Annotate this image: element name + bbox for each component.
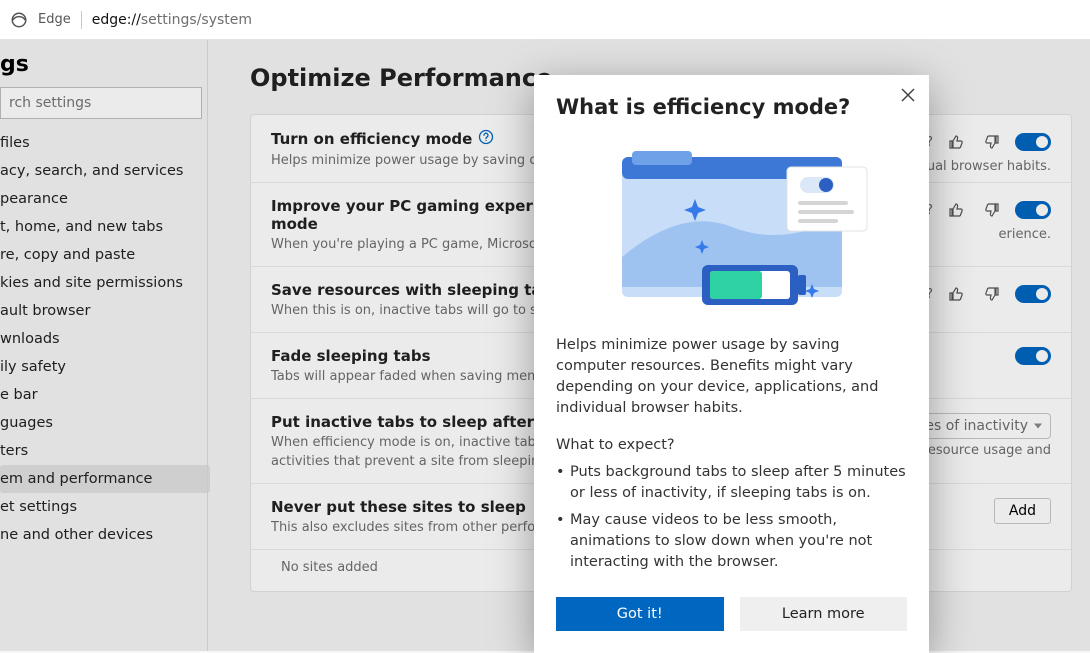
titlebar-divider (81, 11, 82, 29)
efficiency-mode-dialog: What is efficiency mode? Helps minimize (534, 75, 929, 653)
thumbs-down-icon[interactable] (979, 281, 1005, 307)
dialog-title: What is efficiency mode? (556, 95, 907, 119)
add-site-button[interactable]: Add (994, 498, 1051, 524)
thumbs-up-icon[interactable] (943, 281, 969, 307)
close-icon[interactable] (901, 87, 915, 106)
toggle-switch[interactable] (1015, 201, 1051, 219)
dialog-bullet: Puts background tabs to sleep after 5 mi… (556, 462, 907, 504)
info-icon[interactable] (478, 129, 494, 149)
edge-logo-icon (10, 11, 28, 29)
sidebar-item[interactable]: t, home, and new tabs (0, 213, 210, 241)
browser-titlebar: Edge edge://settings/system (0, 0, 1090, 40)
sidebar-item[interactable]: e bar (0, 381, 210, 409)
truncated-text: erience. (999, 227, 1051, 242)
truncated-text: esource usage and (928, 443, 1051, 458)
sidebar-item[interactable]: acy, search, and services (0, 157, 210, 185)
thumbs-up-icon[interactable] (943, 197, 969, 223)
sidebar-item[interactable]: ters (0, 437, 210, 465)
toggle-switch[interactable] (1015, 285, 1051, 303)
sidebar-item[interactable]: wnloads (0, 325, 210, 353)
sidebar-item[interactable]: em and performance (0, 465, 210, 493)
sidebar-item[interactable]: et settings (0, 493, 210, 521)
sidebar-item[interactable]: ne and other devices (0, 521, 210, 549)
efficiency-illustration (556, 137, 907, 317)
got-it-button[interactable]: Got it! (556, 597, 724, 631)
url-path: settings/system (141, 12, 252, 28)
dialog-subhead: What to expect? (556, 435, 907, 456)
settings-sidebar: gs filesacy, search, and servicespearanc… (0, 40, 210, 651)
search-settings-input[interactable] (0, 87, 202, 119)
sidebar-item[interactable]: guages (0, 409, 210, 437)
sidebar-item[interactable]: files (0, 129, 210, 157)
sidebar-item[interactable]: re, copy and paste (0, 241, 210, 269)
sidebar-item[interactable]: kies and site permissions (0, 269, 210, 297)
dialog-bullet: May cause videos to be less smooth, anim… (556, 510, 907, 573)
url-scheme: edge:// (92, 12, 141, 28)
address-bar-url[interactable]: edge://settings/system (92, 12, 252, 28)
dialog-bullet-list: Puts background tabs to sleep after 5 mi… (556, 462, 907, 573)
learn-more-button[interactable]: Learn more (740, 597, 908, 631)
toggle-switch[interactable] (1015, 133, 1051, 151)
product-name: Edge (38, 12, 71, 27)
toggle-switch[interactable] (1015, 347, 1051, 365)
sidebar-item[interactable]: ily safety (0, 353, 210, 381)
thumbs-down-icon[interactable] (979, 129, 1005, 155)
dialog-body: Helps minimize power usage by saving com… (556, 335, 907, 419)
sidebar-item[interactable]: pearance (0, 185, 210, 213)
thumbs-down-icon[interactable] (979, 197, 1005, 223)
settings-title: gs (0, 48, 210, 87)
sidebar-item[interactable]: ault browser (0, 297, 210, 325)
thumbs-up-icon[interactable] (943, 129, 969, 155)
